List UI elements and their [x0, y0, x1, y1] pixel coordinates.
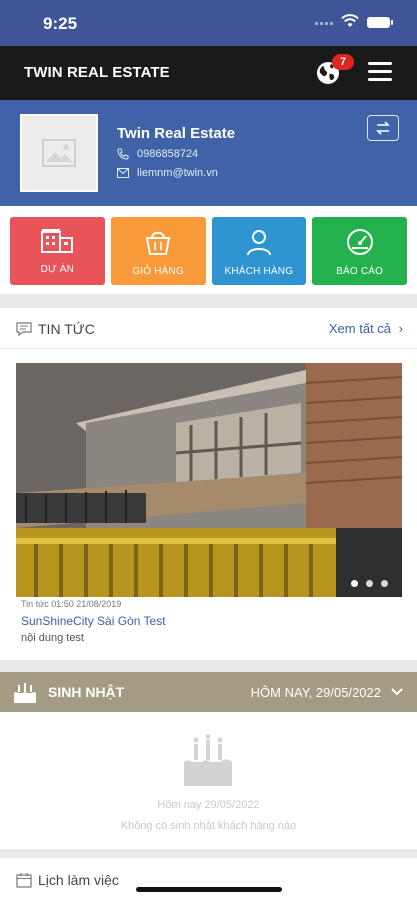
- news-item-description: nội dung test: [21, 632, 84, 644]
- swap-arrows-icon: [376, 121, 390, 135]
- news-title-row: TIN TỨC: [16, 321, 95, 337]
- avatar[interactable]: [20, 114, 98, 192]
- action-label: Khách hàng: [224, 266, 294, 277]
- hamburger-menu-icon[interactable]: [368, 62, 392, 84]
- news-item-title[interactable]: SunShineCity Sài Gòn Test: [21, 614, 166, 628]
- chevron-down-icon[interactable]: [391, 684, 403, 698]
- action-label: Dự án: [40, 264, 75, 275]
- news-section-title: TIN TỨC: [38, 321, 95, 337]
- calendar-icon: [16, 873, 32, 888]
- action-gio-hang[interactable]: Giỏ hàng: [110, 217, 206, 285]
- birthday-date-filter[interactable]: HÔM NAY, 29/05/2022: [251, 685, 381, 700]
- chevron-right-icon: ›: [398, 321, 403, 336]
- action-khach-hang[interactable]: Khách hàng: [211, 217, 307, 285]
- profile-email[interactable]: liemnm@twin.vn: [137, 167, 218, 179]
- birthday-header[interactable]: SINH NHẬT HÔM NAY, 29/05/2022: [0, 672, 417, 712]
- birthday-empty-state: Hôm nay 29/05/2022 Không có sinh nhật kh…: [0, 712, 417, 849]
- see-all-label: Xem tất cả: [328, 321, 392, 336]
- home-indicator[interactable]: [136, 887, 282, 892]
- wifi-icon: [341, 14, 359, 27]
- carousel-dot[interactable]: [366, 580, 373, 587]
- birthday-empty-date: Hôm nay 29/05/2022: [157, 799, 260, 811]
- birthday-section-title: SINH NHẬT: [48, 684, 125, 700]
- profile-email-row: liemnm@twin.vn: [117, 167, 218, 179]
- app-title: TWIN REAL ESTATE: [24, 64, 170, 81]
- birthday-empty-message: Không có sinh nhật khách hàng nào: [120, 820, 297, 832]
- chat-bubble-icon: [16, 322, 32, 336]
- schedule-title-row: Lịch làm việc: [16, 872, 119, 888]
- profile-name: Twin Real Estate: [117, 125, 236, 142]
- news-item-meta: Tin tức 01:50 21/08/2019: [21, 599, 122, 609]
- image-placeholder-icon: [42, 139, 76, 167]
- notification-badge: 7: [332, 54, 354, 70]
- schedule-section[interactable]: Lịch làm việc: [0, 858, 417, 900]
- news-carousel-image[interactable]: [16, 363, 402, 597]
- schedule-section-title: Lịch làm việc: [38, 872, 119, 888]
- building-photo: [16, 363, 402, 597]
- building-icon: [41, 229, 74, 253]
- top-navbar: TWIN REAL ESTATE 7: [0, 46, 417, 100]
- news-header: TIN TỨC Xem tất cả ›: [0, 308, 417, 349]
- carousel-dot-active[interactable]: [351, 580, 358, 587]
- action-label: Báo cáo: [336, 266, 384, 277]
- cake-placeholder-icon: [184, 734, 232, 786]
- status-time: 9:25: [43, 14, 78, 33]
- status-bar: 9:25: [0, 0, 417, 46]
- action-bao-cao[interactable]: Báo cáo: [312, 217, 407, 285]
- carousel-indicator[interactable]: [351, 580, 388, 587]
- profile-header: Twin Real Estate 0986858724 liemnm@twin.…: [0, 100, 417, 206]
- phone-icon: [117, 148, 129, 160]
- basket-icon: [145, 231, 171, 255]
- report-gauge-icon: [346, 229, 373, 255]
- customers-icon: [246, 230, 271, 256]
- news-see-all-link[interactable]: Xem tất cả ›: [329, 321, 403, 336]
- profile-phone[interactable]: 0986858724: [137, 148, 198, 160]
- cake-icon: [14, 683, 36, 703]
- carousel-dot[interactable]: [381, 580, 388, 587]
- profile-phone-row: 0986858724: [117, 148, 198, 160]
- news-section: TIN TỨC Xem tất cả › Tin tức 01:50 21/08…: [0, 308, 417, 660]
- mail-icon: [117, 168, 129, 178]
- action-du-an[interactable]: Dự án: [10, 217, 105, 285]
- battery-icon: [367, 17, 393, 28]
- switch-account-button[interactable]: [367, 115, 399, 141]
- cellular-signal-icon: [315, 22, 333, 25]
- action-label: Giỏ hàng: [132, 266, 184, 277]
- quick-actions: Dự án Giỏ hàng Khách hàng Báo cáo: [0, 206, 417, 294]
